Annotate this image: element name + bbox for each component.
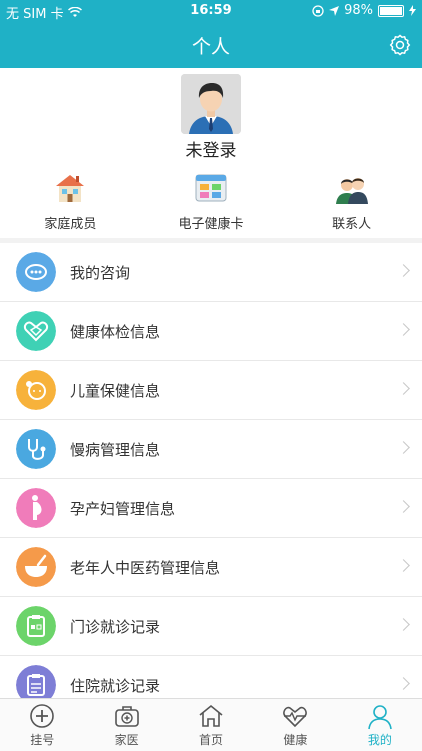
chat-bubble-icon <box>16 252 56 292</box>
tab-label: 我的 <box>367 733 392 747</box>
chevron-right-icon <box>397 559 410 572</box>
quick-link-label: 电子健康卡 <box>178 217 244 232</box>
baby-icon <box>16 370 56 410</box>
contacts-icon <box>335 178 368 204</box>
location-arrow-icon <box>329 5 340 16</box>
medical-kit-icon <box>114 706 139 727</box>
home-icon <box>199 704 223 727</box>
tab-label: 家医 <box>114 733 139 747</box>
menu-item-maternal[interactable]: 孕产妇管理信息 <box>0 479 422 538</box>
menu-list: 我的咨询 健康体检信息 儿童保健信息 慢病管理信息 孕产妇管理信息 老年人中医药… <box>0 243 422 698</box>
chevron-right-icon <box>397 382 410 395</box>
clipboard-icon <box>16 606 56 646</box>
menu-item-label: 我的咨询 <box>70 264 131 282</box>
status-bar: 无 SIM 卡 16:59 98% <box>0 0 422 22</box>
tab-bar: 挂号 家医 首页 健康 我的 <box>0 698 422 751</box>
nav-header: 个人 <box>0 22 422 68</box>
menu-item-health-checkup[interactable]: 健康体检信息 <box>0 302 422 361</box>
chevron-right-icon <box>397 500 410 513</box>
health-card-icon <box>195 174 227 202</box>
menu-item-label: 慢病管理信息 <box>70 441 161 459</box>
quick-links: 家庭成员 电子健康卡 联系人 <box>0 160 422 238</box>
chevron-right-icon <box>397 441 410 454</box>
quick-link-health-card[interactable]: 电子健康卡 <box>141 160 282 238</box>
chevron-right-icon <box>397 264 410 277</box>
menu-item-label: 孕产妇管理信息 <box>70 500 176 518</box>
tab-label: 挂号 <box>30 733 55 747</box>
heart-hands-icon <box>16 311 56 351</box>
profile-section: 未登录 <box>0 68 422 161</box>
menu-item-chronic-disease[interactable]: 慢病管理信息 <box>0 420 422 479</box>
user-avatar-icon <box>181 74 241 134</box>
menu-item-label: 老年人中医药管理信息 <box>70 559 221 577</box>
battery-percent: 98% <box>344 3 373 18</box>
menu-item-my-consultation[interactable]: 我的咨询 <box>0 243 422 302</box>
tab-home[interactable]: 首页 <box>169 699 253 751</box>
menu-item-label: 健康体检信息 <box>70 323 161 341</box>
tab-health[interactable]: 健康 <box>253 699 337 751</box>
menu-item-label: 住院就诊记录 <box>70 677 161 695</box>
chevron-right-icon <box>397 618 410 631</box>
tab-mine[interactable]: 我的 <box>338 699 422 751</box>
charging-icon <box>409 5 416 16</box>
stethoscope-icon <box>16 429 56 469</box>
tab-family-doctor[interactable]: 家医 <box>84 699 168 751</box>
quick-link-label: 家庭成员 <box>44 217 97 232</box>
pregnant-icon <box>16 488 56 528</box>
menu-item-label: 门诊就诊记录 <box>70 618 161 636</box>
menu-item-label: 儿童保健信息 <box>70 382 161 400</box>
person-icon <box>368 705 392 730</box>
menu-item-inpatient-records[interactable]: 住院就诊记录 <box>0 656 422 698</box>
chevron-right-icon <box>397 677 410 690</box>
mortar-icon <box>16 547 56 587</box>
heartbeat-icon <box>283 706 308 728</box>
plus-circle-icon <box>30 704 55 728</box>
tab-label: 健康 <box>283 733 308 747</box>
menu-item-elderly-tcm[interactable]: 老年人中医药管理信息 <box>0 538 422 597</box>
menu-item-child-health[interactable]: 儿童保健信息 <box>0 361 422 420</box>
house-icon <box>56 175 85 202</box>
gear-icon[interactable] <box>388 33 412 57</box>
quick-link-family-members[interactable]: 家庭成员 <box>0 160 141 238</box>
orientation-lock-icon <box>312 4 324 17</box>
login-status-text[interactable]: 未登录 <box>0 136 422 161</box>
battery-icon <box>378 4 404 17</box>
menu-item-outpatient-records[interactable]: 门诊就诊记录 <box>0 597 422 656</box>
record-icon <box>16 665 56 698</box>
quick-link-contacts[interactable]: 联系人 <box>281 160 422 238</box>
chevron-right-icon <box>397 323 410 336</box>
tab-label: 首页 <box>199 733 224 747</box>
quick-link-label: 联系人 <box>332 217 372 232</box>
tab-register[interactable]: 挂号 <box>0 699 84 751</box>
page-title: 个人 <box>191 36 230 58</box>
avatar[interactable] <box>181 74 241 134</box>
